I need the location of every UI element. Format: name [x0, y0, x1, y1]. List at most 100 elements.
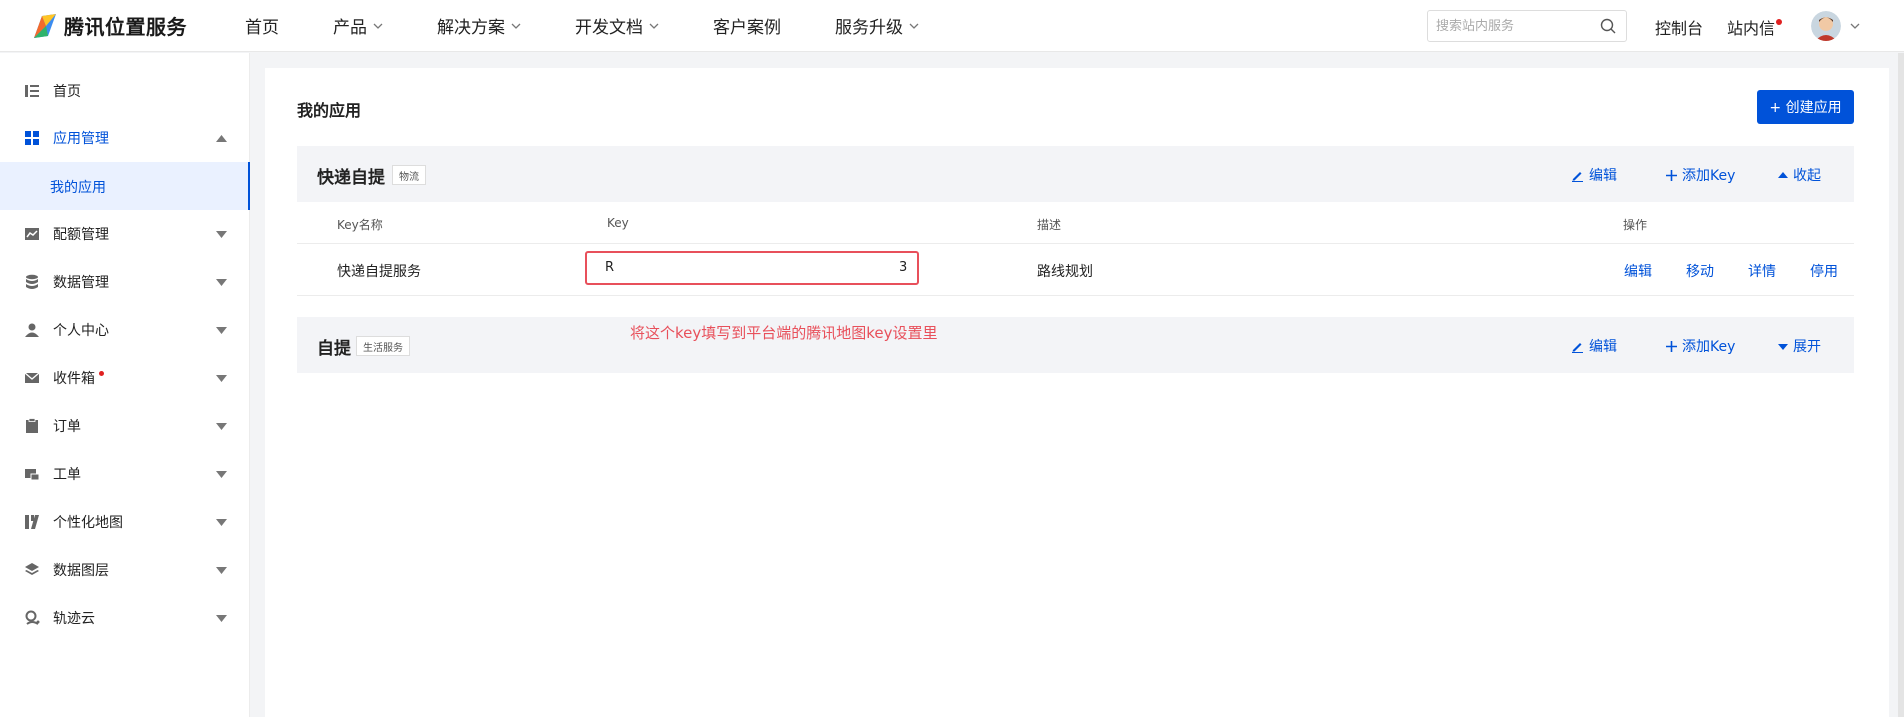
table-row: 快递自提服务 R 3 路线规划 编辑 移动 详情 停用 [297, 244, 1854, 296]
caret-down-icon [216, 326, 227, 334]
plus-icon [1666, 169, 1677, 181]
sidebar-item-label: 数据图层 [53, 563, 109, 579]
plus-icon [1666, 340, 1677, 352]
nav-item-upgrade[interactable]: 服务升级 [835, 13, 919, 38]
sidebar-item-inbox[interactable]: 收件箱 [0, 354, 250, 402]
nav-item-products[interactable]: 产品 [333, 13, 383, 38]
app-card-express-pickup: 快递自提 物流 编辑 添加Key 收起 Key名称 Key 描述 操作 快递自提… [297, 146, 1854, 297]
chevron-down-icon [511, 23, 521, 29]
sidebar-item-orders[interactable]: 订单 [0, 402, 250, 450]
search-input[interactable] [1436, 12, 1599, 40]
sidebar-item-quota[interactable]: 配额管理 [0, 210, 250, 258]
caret-down-icon [216, 470, 227, 478]
unread-dot [1776, 19, 1783, 25]
add-key-button[interactable]: 添加Key [1666, 336, 1735, 356]
app-tag: 物流 [392, 165, 426, 185]
caret-down-icon [1778, 343, 1788, 350]
edit-key-link[interactable]: 编辑 [1624, 261, 1652, 281]
nav-item-solutions[interactable]: 解决方案 [437, 13, 521, 38]
mail-icon [24, 372, 40, 383]
sidebar-item-label: 轨迹云 [53, 611, 95, 627]
caret-down-icon [216, 278, 227, 286]
page-scrollbar[interactable] [1898, 53, 1904, 717]
caret-up-icon [1778, 171, 1788, 178]
search-icon[interactable] [1599, 17, 1617, 35]
sidebar-item-label: 个性化地图 [53, 515, 123, 531]
key-highlight-box: R 3 [585, 251, 919, 285]
console-link[interactable]: 控制台 [1655, 15, 1703, 39]
sidebar-subitem-label: 我的应用 [50, 180, 106, 196]
column-header-key: Key [607, 216, 629, 230]
sidebar: 首页 应用管理 我的应用 配额管理 数据管理 个人中心 收件箱 订单 工单 个性… [0, 53, 250, 717]
key-details-link[interactable]: 详情 [1748, 261, 1776, 281]
sidebar-item-label-text: 收件箱 [53, 371, 95, 387]
nav-item-label: 开发文档 [575, 18, 643, 38]
add-key-label: 添加Key [1682, 168, 1736, 184]
instruction-annotation: 将这个key填写到平台端的腾讯地图key设置里 [630, 324, 938, 342]
caret-down-icon [216, 566, 227, 574]
sidebar-item-label: 工单 [53, 467, 81, 483]
key-value-start[interactable]: R [605, 260, 614, 275]
sidebar-item-data-management[interactable]: 数据管理 [0, 258, 250, 306]
layers-icon [25, 563, 39, 575]
move-key-link[interactable]: 移动 [1686, 261, 1714, 281]
nav-item-label: 客户案例 [713, 18, 781, 38]
sidebar-subitem-my-apps[interactable]: 我的应用 [0, 162, 250, 210]
sidebar-item-label: 应用管理 [53, 131, 109, 147]
chevron-down-icon[interactable] [1850, 21, 1860, 31]
sidebar-item-data-layers[interactable]: 数据图层 [0, 546, 250, 594]
caret-down-icon [216, 230, 227, 238]
app-name: 快递自提 [317, 168, 385, 188]
nav-item-label: 服务升级 [835, 18, 903, 38]
sidebar-item-home[interactable]: 首页 [0, 67, 250, 115]
clipboard-icon [26, 418, 38, 433]
nav-item-home[interactable]: 首页 [245, 13, 279, 38]
chevron-down-icon [649, 23, 659, 29]
chevron-down-icon [909, 23, 919, 29]
map-style-icon [25, 515, 39, 529]
collapse-button[interactable]: 收起 [1778, 165, 1821, 185]
sidebar-item-track-cloud[interactable]: 轨迹云 [0, 594, 250, 642]
inbox-label: 站内信 [1727, 19, 1776, 38]
page-title: 我的应用 [297, 101, 362, 120]
expand-label: 展开 [1793, 339, 1821, 355]
brand-name: 腾讯位置服务 [64, 15, 187, 39]
edit-app-button[interactable]: 编辑 [1571, 336, 1617, 356]
sidebar-item-tickets[interactable]: 工单 [0, 450, 250, 498]
edit-app-button[interactable]: 编辑 [1571, 165, 1617, 185]
nav-item-label: 首页 [245, 18, 279, 38]
nav-item-cases[interactable]: 客户案例 [713, 13, 781, 38]
disable-key-link[interactable]: 停用 [1810, 261, 1838, 281]
sidebar-item-label: 订单 [53, 419, 81, 435]
column-header-key-name: Key名称 [337, 218, 383, 232]
database-icon [26, 274, 38, 289]
sidebar-item-label: 个人中心 [53, 323, 109, 339]
caret-down-icon [216, 422, 227, 430]
unread-dot [99, 371, 104, 376]
main-panel: 我的应用 + 创建应用 快递自提 物流 编辑 添加Key 收起 Key名称 Ke… [265, 68, 1889, 717]
key-table-header: Key名称 Key 描述 操作 [297, 202, 1854, 244]
brand-logo[interactable]: 腾讯位置服务 [28, 10, 228, 42]
nav-item-label: 解决方案 [437, 18, 505, 38]
nav-item-docs[interactable]: 开发文档 [575, 13, 659, 38]
avatar[interactable] [1811, 11, 1841, 41]
sidebar-item-profile[interactable]: 个人中心 [0, 306, 250, 354]
tencent-map-logo-icon [34, 13, 56, 38]
site-search [1427, 10, 1627, 42]
pencil-icon [1572, 342, 1583, 353]
nav-item-label: 产品 [333, 18, 367, 38]
key-name-cell: 快递自提服务 [337, 264, 421, 280]
sidebar-item-custom-map[interactable]: 个性化地图 [0, 498, 250, 546]
sidebar-item-app-management[interactable]: 应用管理 [0, 114, 250, 162]
caret-down-icon [216, 614, 227, 622]
sidebar-item-label: 首页 [53, 84, 81, 100]
inbox-link[interactable]: 站内信 [1727, 15, 1783, 39]
add-key-button[interactable]: 添加Key [1666, 165, 1735, 185]
create-app-button[interactable]: + 创建应用 [1757, 90, 1854, 124]
key-value-end[interactable]: 3 [899, 260, 907, 275]
column-header-operations: 操作 [1623, 218, 1648, 232]
sidebar-item-label: 收件箱 [53, 368, 104, 388]
caret-down-icon [216, 374, 227, 382]
expand-button[interactable]: 展开 [1778, 336, 1821, 356]
description-cell: 路线规划 [1037, 264, 1093, 280]
